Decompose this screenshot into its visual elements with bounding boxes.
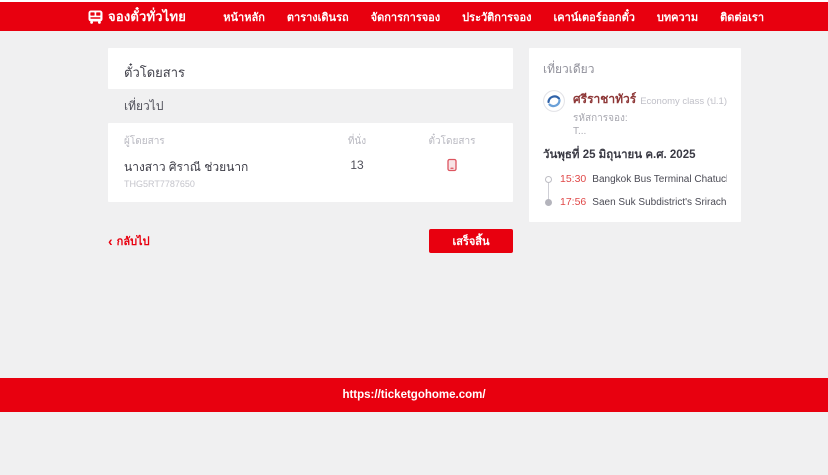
bus-icon (88, 10, 103, 24)
main-nav: หน้าหลัก ตารางเดินรถ จัดการการจอง ประวัต… (223, 8, 764, 26)
main-content: ตั๋วโดยสาร เที่ยวไป ผู้โดยสาร ที่นั่ง ตั… (108, 48, 741, 253)
ticket-section-title: ตั๋วโดยสาร (124, 62, 497, 83)
passenger-name: นางสาว ศิราณี ช่วยนาก (124, 158, 307, 177)
nav-articles[interactable]: บทความ (657, 8, 698, 26)
nav-ticket-counter[interactable]: เคาน์เตอร์ออกตั๋ว (553, 8, 634, 26)
ticket-title-card: ตั๋วโดยสาร (108, 48, 513, 89)
col-header-passenger: ผู้โดยสาร (124, 134, 307, 149)
nav-home[interactable]: หน้าหลัก (223, 8, 265, 26)
footer-url-link[interactable]: https://ticketgohome.com/ (342, 389, 485, 401)
brand-label: จองตั๋วทั่วไทย (108, 6, 186, 27)
departure-time: 15:30 (560, 173, 586, 185)
passenger-table: ผู้โดยสาร ที่นั่ง ตั๋วโดยสาร นางสาว ศิรา… (108, 123, 513, 202)
header: จองตั๋วทั่วไทย หน้าหลัก ตารางเดินรถ จัดก… (0, 2, 828, 31)
departure-place: Bangkok Bus Terminal Chatuchak (Mo C... (592, 174, 727, 185)
passenger-booking-code: THG5RT7787650 (124, 179, 307, 189)
col-header-ticket: ตั๋วโดยสาร (407, 134, 497, 149)
arrival-place: Saen Suk Subdistrict's Sriracha Tour (N.… (592, 197, 727, 208)
ticket-icon[interactable] (447, 158, 457, 172)
back-label: กลับไป (117, 232, 150, 250)
seat-number: 13 (307, 158, 407, 172)
destination-dot-icon (545, 199, 552, 206)
route-timeline: 15:30 Bangkok Bus Terminal Chatuchak (Mo… (543, 173, 727, 208)
brand[interactable]: จองตั๋วทั่วไทย (88, 6, 186, 27)
col-header-seat: ที่นั่ง (307, 134, 407, 149)
operator-logo-icon (543, 90, 565, 112)
operator-row: ศรีราชาทัวร์ รหัสการจอง: T... Economy cl… (543, 90, 727, 137)
class-label: Economy class (ป.1) (640, 94, 727, 109)
trip-date: วันพุธที่ 25 มิถุนายน ค.ศ. 2025 (543, 146, 727, 164)
trip-type-label: เที่ยวเดียว (543, 60, 727, 79)
back-button[interactable]: ‹ กลับไป (108, 232, 150, 250)
nav-contact[interactable]: ติดต่อเรา (720, 8, 764, 26)
destination-stop: 17:56 Saen Suk Subdistrict's Sriracha To… (545, 196, 727, 208)
operator-name: ศรีราชาทัวร์ (573, 90, 632, 109)
arrival-time: 17:56 (560, 196, 586, 208)
chevron-left-icon: ‹ (108, 234, 113, 248)
nav-booking-history[interactable]: ประวัติการจอง (462, 8, 531, 26)
origin-dot-icon (545, 176, 552, 183)
outbound-trip-label: เที่ยวไป (108, 89, 513, 123)
actions-row: ‹ กลับไป เสร็จสิ้น (108, 229, 513, 253)
nav-schedule[interactable]: ตารางเดินรถ (287, 8, 349, 26)
footer: https://ticketgohome.com/ (0, 378, 828, 412)
trip-summary-card: เที่ยวเดียว ศรีราชาทัวร์ รหัสการจอง: T..… (529, 48, 741, 222)
origin-stop: 15:30 Bangkok Bus Terminal Chatuchak (Mo… (545, 173, 727, 185)
ticket-column: ตั๋วโดยสาร เที่ยวไป ผู้โดยสาร ที่นั่ง ตั… (108, 48, 513, 253)
booking-code: รหัสการจอง: T... (573, 111, 632, 137)
nav-manage-booking[interactable]: จัดการการจอง (371, 8, 441, 26)
table-row: นางสาว ศิราณี ช่วยนาก THG5RT7787650 13 (124, 158, 497, 189)
table-header-row: ผู้โดยสาร ที่นั่ง ตั๋วโดยสาร (124, 134, 497, 149)
finish-button[interactable]: เสร็จสิ้น (429, 229, 513, 253)
timeline-connector (548, 182, 549, 200)
